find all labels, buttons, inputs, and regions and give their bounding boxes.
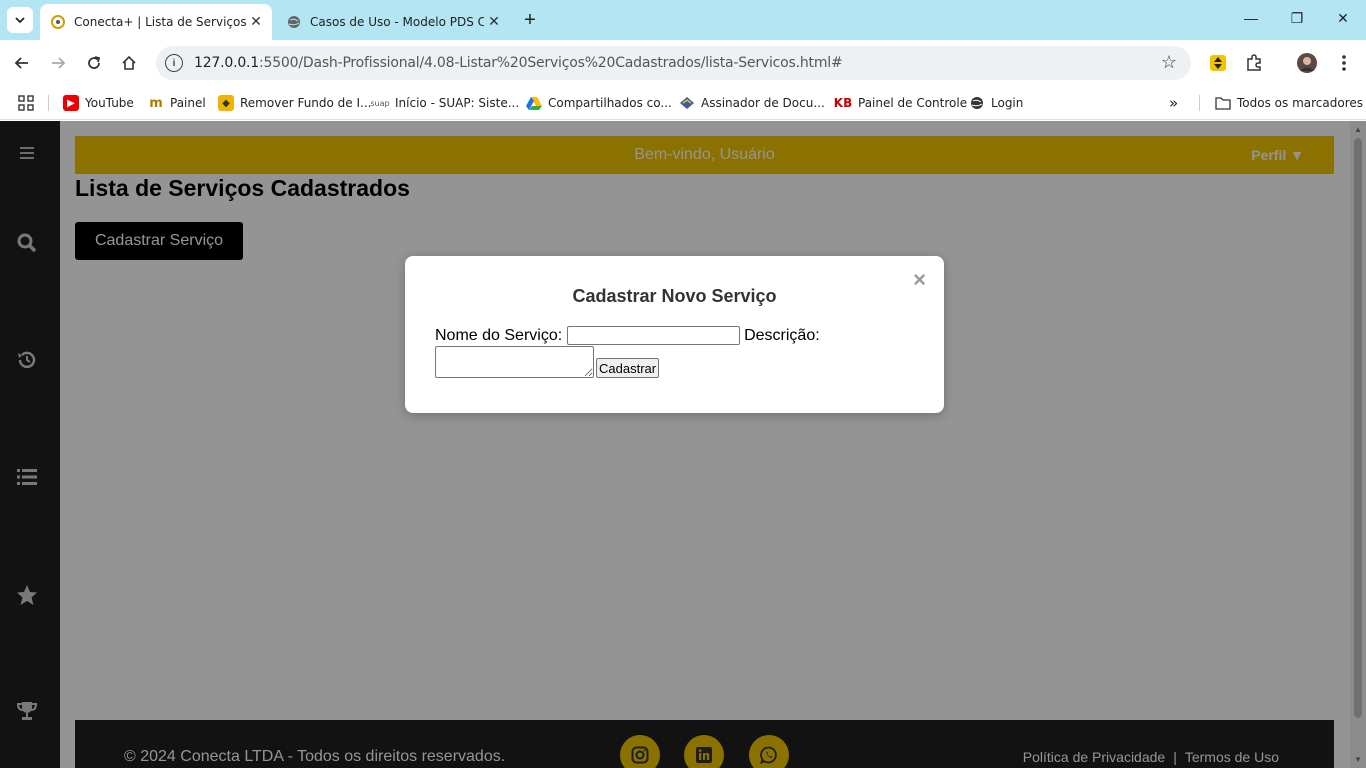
all-bookmarks-folder[interactable]: Todos os marcadores — [1215, 93, 1363, 113]
bookmark-painel[interactable]: m Painel — [148, 93, 206, 113]
tab-search-button[interactable] — [7, 7, 33, 33]
bookmark-label: Assinador de Docu... — [701, 96, 825, 110]
bookmark-label: Login — [991, 96, 1024, 110]
assinador-icon — [679, 95, 695, 111]
address-bar[interactable]: i 127.0.0.1:5500/Dash-Profissional/4.08-… — [156, 46, 1191, 80]
add-service-modal: × Cadastrar Novo Serviço Nome do Serviço… — [405, 256, 944, 413]
bookmark-suap[interactable]: suap Início - SUAP: Siste... — [370, 93, 520, 113]
bookmark-painel-controle[interactable]: KB Painel de Controle — [834, 93, 967, 113]
globe-icon — [969, 95, 985, 111]
service-name-input[interactable] — [566, 326, 740, 346]
bookmark-label: Compartilhados co... — [548, 96, 672, 110]
painel-icon: m — [149, 95, 163, 111]
browser-tab-bar: Conecta+ | Lista de Serviços ✕ Casos de … — [0, 0, 1366, 40]
kb-icon: KB — [833, 96, 853, 110]
bookmark-label: YouTube — [85, 96, 134, 110]
tab-title: Casos de Uso - Modelo PDS Co — [310, 15, 484, 29]
site-info-icon[interactable]: i — [165, 54, 183, 72]
globe-icon — [286, 14, 302, 30]
divider — [48, 95, 49, 111]
description-label: Descrição: — [744, 327, 820, 344]
browser-toolbar: i 127.0.0.1:5500/Dash-Profissional/4.08-… — [0, 40, 1366, 86]
close-window-icon[interactable]: ✕ — [1333, 10, 1353, 27]
bookmark-assinador[interactable]: Assinador de Docu... — [679, 93, 825, 113]
divider — [1199, 95, 1200, 111]
forward-icon[interactable] — [47, 52, 69, 74]
page-viewport: Bem-vindo, Usuário Perfil ▼ Lista de Ser… — [0, 121, 1366, 768]
bookmark-youtube[interactable]: ▶ YouTube — [63, 93, 134, 113]
reload-icon[interactable] — [83, 52, 105, 74]
avatar[interactable] — [1296, 52, 1318, 74]
description-textarea[interactable] — [435, 346, 594, 378]
modal-title: Cadastrar Novo Serviço — [572, 286, 777, 306]
puzzle-icon[interactable] — [1243, 52, 1265, 74]
bookmark-label: Início - SUAP: Siste... — [395, 96, 520, 110]
restore-icon[interactable]: ❐ — [1287, 10, 1307, 27]
chevron-down-icon — [15, 16, 25, 23]
close-tab-icon[interactable]: ✕ — [484, 14, 504, 30]
bookmarks-bar: ▶ YouTube m Painel ◆ Remover Fundo de I.… — [0, 86, 1366, 120]
suap-icon: suap — [370, 98, 390, 108]
more-bookmarks-icon[interactable]: » — [1169, 93, 1178, 113]
home-icon[interactable] — [118, 52, 140, 74]
url-text: 127.0.0.1:5500/Dash-Profissional/4.08-Li… — [194, 55, 843, 71]
bookmark-star-icon[interactable]: ☆ — [1161, 52, 1177, 73]
menu-dots-icon[interactable] — [1333, 52, 1355, 74]
new-tab-button[interactable]: + — [518, 9, 542, 33]
tab-title: Conecta+ | Lista de Serviços — [74, 15, 246, 29]
submit-button[interactable]: Cadastrar — [596, 358, 660, 378]
folder-icon — [1215, 95, 1231, 111]
bookmark-label: Painel — [170, 96, 206, 110]
bookmark-label: Remover Fundo de I... — [240, 96, 372, 110]
youtube-icon: ▶ — [63, 95, 79, 111]
bookmark-compartilhados[interactable]: Compartilhados co... — [526, 93, 672, 113]
minimize-icon[interactable]: — — [1241, 10, 1261, 26]
apps-grid-icon[interactable] — [18, 93, 34, 113]
service-name-label: Nome do Serviço: — [435, 327, 563, 344]
remove-bg-icon: ◆ — [218, 95, 234, 111]
back-icon[interactable] — [11, 52, 33, 74]
tab-casos-de-uso[interactable]: Casos de Uso - Modelo PDS Co ✕ — [276, 4, 510, 40]
add-service-form: Nome do Serviço: Descrição: Cadastrar — [435, 326, 935, 378]
extension-icon[interactable] — [1207, 52, 1229, 74]
modal-overlay[interactable] — [0, 121, 1366, 768]
bookmark-label: Painel de Controle — [858, 96, 968, 110]
bookmark-label: Todos os marcadores — [1237, 96, 1363, 110]
google-drive-icon — [526, 95, 542, 111]
bookmark-remover-fundo[interactable]: ◆ Remover Fundo de I... — [218, 93, 371, 113]
bookmark-login[interactable]: Login — [969, 93, 1023, 113]
close-tab-icon[interactable]: ✕ — [246, 14, 266, 30]
tab-conecta[interactable]: Conecta+ | Lista de Serviços ✕ — [40, 4, 272, 40]
conecta-favicon-icon — [50, 14, 66, 30]
